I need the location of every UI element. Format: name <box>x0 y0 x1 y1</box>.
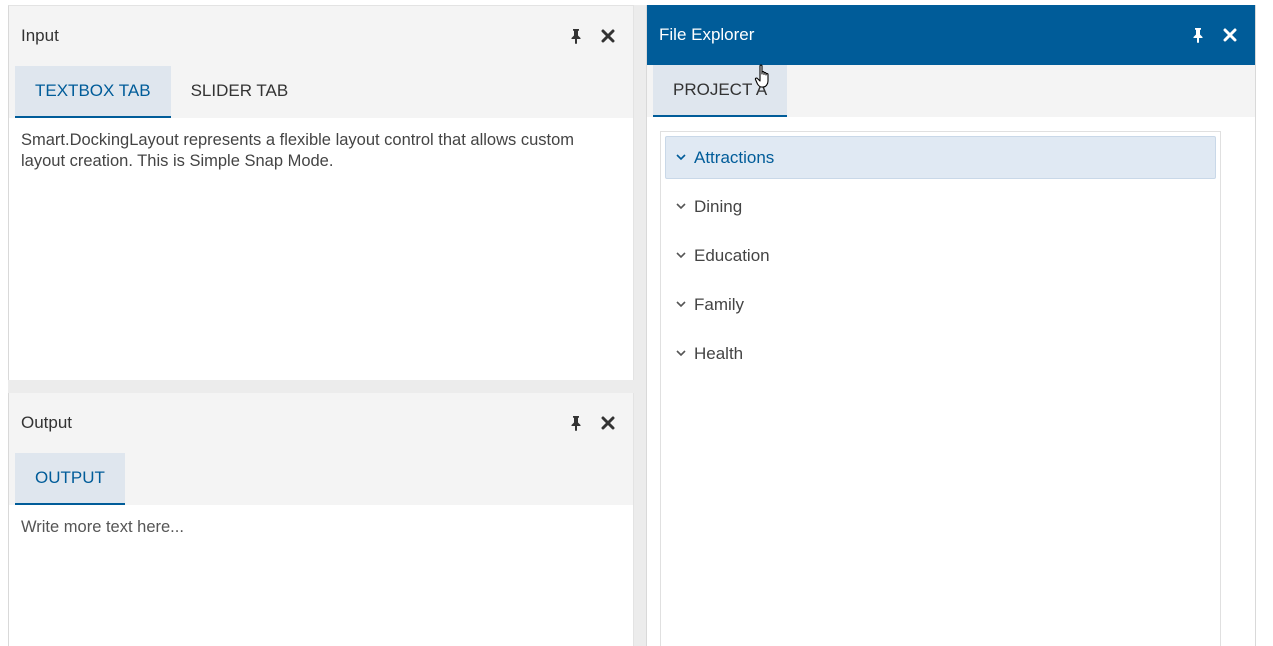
horizontal-splitter[interactable] <box>8 380 634 393</box>
output-text-area[interactable]: Write more text here... <box>9 505 633 646</box>
tab-slider[interactable]: SLIDER TAB <box>171 66 309 118</box>
chevron-down-icon[interactable] <box>674 200 688 214</box>
docking-layout: Input TEXTBOX TAB SLIDER TAB Smart.Docki… <box>0 0 1273 646</box>
tree-item-education[interactable]: Education <box>665 234 1216 277</box>
close-icon <box>1223 28 1237 42</box>
chevron-down-icon[interactable] <box>674 151 688 165</box>
output-close-button[interactable] <box>595 410 621 436</box>
output-tab-strip: OUTPUT <box>9 453 633 505</box>
output-panel-title: Output <box>21 413 73 432</box>
tab-textbox[interactable]: TEXTBOX TAB <box>15 66 171 118</box>
input-close-button[interactable] <box>595 23 621 49</box>
tree-item-health[interactable]: Health <box>665 332 1216 375</box>
input-panel-header[interactable]: Input <box>9 6 633 66</box>
chevron-down-icon[interactable] <box>674 249 688 263</box>
vertical-splitter[interactable] <box>634 5 646 646</box>
tree-item-family[interactable]: Family <box>665 283 1216 326</box>
close-icon <box>601 416 615 430</box>
tree-item-label: Family <box>694 294 745 314</box>
tab-slider-label: SLIDER TAB <box>190 81 289 100</box>
file-explorer-title: File Explorer <box>659 25 755 44</box>
tab-output[interactable]: OUTPUT <box>15 453 125 505</box>
tree-view: Attractions Dining Education Family Heal… <box>660 131 1221 646</box>
input-tab-strip: TEXTBOX TAB SLIDER TAB <box>9 66 633 118</box>
tree-item-label: Dining <box>694 196 743 216</box>
file-explorer-panel: File Explorer PROJECT A Attractions Dini… <box>646 5 1256 646</box>
tree-item-dining[interactable]: Dining <box>665 185 1216 228</box>
close-icon <box>601 29 615 43</box>
input-panel-title: Input <box>21 26 59 45</box>
tree-item-label: Health <box>694 343 744 363</box>
tree-item-attractions[interactable]: Attractions <box>665 136 1216 179</box>
file-explorer-header[interactable]: File Explorer <box>647 5 1255 65</box>
tree-item-label: Attractions <box>694 147 775 167</box>
chevron-down-icon[interactable] <box>674 347 688 361</box>
explorer-pin-button[interactable] <box>1185 22 1211 48</box>
textbox-tab-content[interactable]: Smart.DockingLayout represents a flexibl… <box>9 118 633 380</box>
tree-item-label: Education <box>694 245 770 265</box>
pin-icon <box>1193 28 1203 43</box>
pin-icon <box>571 416 581 431</box>
input-pin-button[interactable] <box>563 23 589 49</box>
chevron-down-icon[interactable] <box>674 298 688 312</box>
output-panel: Output OUTPUT Write more text here... <box>8 393 634 646</box>
explorer-close-button[interactable] <box>1217 22 1243 48</box>
tab-project-a[interactable]: PROJECT A <box>653 65 788 117</box>
output-pin-button[interactable] <box>563 410 589 436</box>
output-panel-header[interactable]: Output <box>9 393 633 453</box>
tab-project-a-label: PROJECT A <box>673 80 768 99</box>
input-panel: Input TEXTBOX TAB SLIDER TAB Smart.Docki… <box>8 5 634 380</box>
tab-textbox-label: TEXTBOX TAB <box>35 81 151 100</box>
explorer-tab-strip: PROJECT A <box>647 65 1255 117</box>
pin-icon <box>571 29 581 44</box>
tab-output-label: OUTPUT <box>35 468 105 487</box>
